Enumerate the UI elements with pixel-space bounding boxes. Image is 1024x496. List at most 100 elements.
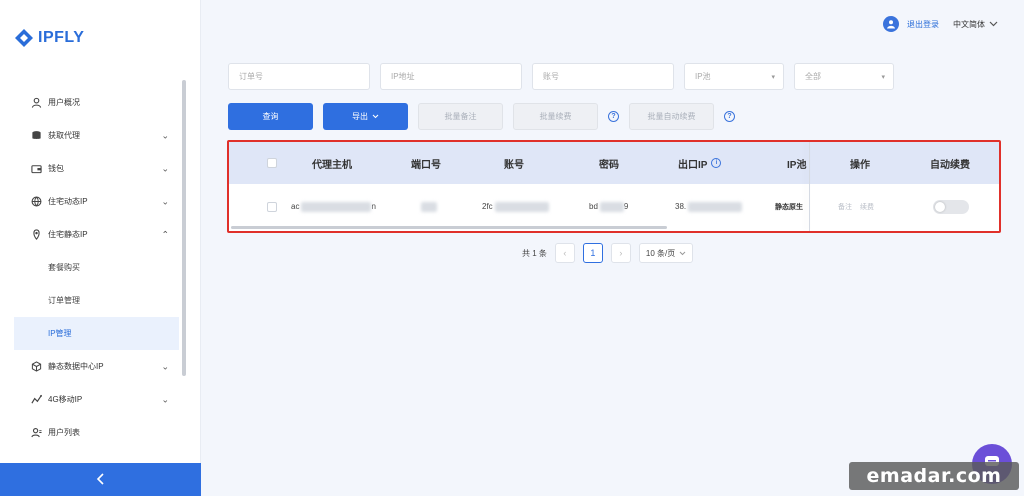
language-selector[interactable]: 中文简体 <box>953 19 998 30</box>
logo[interactable]: IPFLY <box>14 28 84 48</box>
batch-renew-button[interactable]: 批量续费 <box>513 103 598 130</box>
page-number-button[interactable]: 1 <box>582 243 603 263</box>
batch-remark-button[interactable]: 批量备注 <box>418 103 503 130</box>
watermark: emadar.com <box>849 462 1019 490</box>
sidebar-item-static-datacenter-ip[interactable]: 静态数据中心IP ⌄ <box>14 350 179 383</box>
batch-auto-renew-button[interactable]: 批量自动续费 <box>629 103 714 130</box>
help-icon[interactable]: ? <box>608 111 619 122</box>
column-header-password: 密码 <box>599 159 619 171</box>
top-bar: 退出登录 中文简体 <box>201 0 1024 48</box>
info-icon[interactable]: i <box>711 158 722 168</box>
masked-value <box>301 201 372 212</box>
account-input[interactable]: 账号 <box>532 63 674 90</box>
sidebar-item-label: 住宅静态IP <box>48 230 88 239</box>
prev-page-button[interactable]: ‹ <box>554 243 575 263</box>
sidebar-item-get-proxy[interactable]: 获取代理 ⌄ <box>14 119 179 152</box>
host-suffix: n <box>371 202 376 211</box>
total-count: 共 1 条 <box>522 248 547 258</box>
chevron-down-icon <box>372 112 379 121</box>
sidebar-item-wallet[interactable]: 钱包 ⌄ <box>14 152 179 185</box>
sidebar-item-label: 获取代理 <box>48 131 80 140</box>
cell-password: bd 9 <box>589 184 628 229</box>
table-row: ac n 2fc bd 9 38. 静态原生 备注 续费 <box>229 184 999 229</box>
user-list-icon <box>30 427 42 439</box>
sidebar-item-label: 住宅动态IP <box>48 197 88 206</box>
sidebar-item-user-overview[interactable]: 用户概况 <box>14 86 179 119</box>
cube-icon <box>30 361 42 373</box>
chevron-down-icon: ▾ <box>881 73 885 81</box>
sidebar-collapse-button[interactable] <box>0 463 201 496</box>
chevron-down-icon <box>989 20 998 29</box>
sidebar-item-label: 钱包 <box>48 164 64 173</box>
status-select[interactable]: 全部 ▾ <box>794 63 894 90</box>
database-icon <box>30 130 42 142</box>
help-icon[interactable]: ? <box>724 111 735 122</box>
password-prefix: bd <box>589 202 598 211</box>
logo-text: IPFLY <box>38 29 85 46</box>
avatar-icon[interactable] <box>883 16 899 32</box>
masked-value <box>421 201 437 212</box>
ip-table: 代理主机 端口号 账号 密码 出口IP i IP池 操作 自动续费 ac n 2… <box>227 140 1001 233</box>
status-placeholder: 全部 <box>805 72 821 81</box>
sidebar-item-residential-static-ip[interactable]: 住宅静态IP ⌃ <box>14 218 179 251</box>
next-page-button[interactable]: › <box>610 243 631 263</box>
sidebar: IPFLY 用户概况 获取代理 ⌄ 钱包 ⌄ 住宅动态IP ⌄ 住宅静态IP ⌃… <box>0 0 201 496</box>
row-checkbox[interactable] <box>267 184 277 229</box>
column-header-host: 代理主机 <box>312 159 352 171</box>
page-size-select[interactable]: 10 条/页 <box>638 243 694 263</box>
account-prefix: 2fc <box>482 202 493 211</box>
sidebar-item-label: 4G移动IP <box>48 395 83 404</box>
cell-host: ac n <box>291 184 376 229</box>
user-icon <box>30 97 42 109</box>
filter-bar: 订单号 IP地址 账号 IP池 ▾ 全部 ▾ <box>228 63 894 90</box>
chevron-down-icon: ⌄ <box>161 196 169 206</box>
host-prefix: ac <box>291 202 300 211</box>
sidebar-item-residential-dynamic-ip[interactable]: 住宅动态IP ⌄ <box>14 185 179 218</box>
sidebar-item-package-purchase[interactable]: 套餐购买 <box>14 251 179 284</box>
remark-link[interactable]: 备注 <box>838 202 852 212</box>
table-header: 代理主机 端口号 账号 密码 出口IP i IP池 操作 自动续费 <box>229 142 999 184</box>
ip-pool-placeholder: IP池 <box>695 72 711 81</box>
sidebar-item-order-management[interactable]: 订单管理 <box>14 284 179 317</box>
masked-value <box>599 201 624 212</box>
select-all-checkbox[interactable] <box>267 142 277 184</box>
query-button[interactable]: 查询 <box>228 103 313 130</box>
sidebar-item-label: 用户概况 <box>48 98 80 107</box>
renew-link[interactable]: 续费 <box>860 202 874 212</box>
column-header-port: 端口号 <box>411 159 441 171</box>
column-header-account: 账号 <box>504 159 524 171</box>
user-area: 退出登录 中文简体 <box>883 16 998 32</box>
chevron-up-icon: ⌃ <box>161 229 169 239</box>
ip-address-input[interactable]: IP地址 <box>380 63 522 90</box>
chevron-down-icon: ⌄ <box>161 163 169 173</box>
sidebar-scrollbar[interactable] <box>182 80 186 376</box>
pagination: 共 1 条 ‹ 1 › 10 条/页 <box>522 243 694 263</box>
table-horizontal-scrollbar[interactable] <box>231 226 667 229</box>
order-no-input[interactable]: 订单号 <box>228 63 370 90</box>
cell-operation: 备注 续费 <box>838 184 874 229</box>
masked-value <box>494 201 549 212</box>
auto-renew-toggle[interactable] <box>933 199 969 214</box>
sidebar-item-user-list[interactable]: 用户列表 <box>14 416 179 449</box>
language-label: 中文简体 <box>953 19 985 29</box>
export-label: 导出 <box>352 112 368 121</box>
column-header-exit-ip: 出口IP i <box>678 142 722 184</box>
globe-icon <box>30 196 42 208</box>
signal-icon <box>30 394 42 406</box>
sidebar-item-label: 套餐购买 <box>48 263 80 272</box>
location-pin-icon <box>30 229 42 241</box>
chevron-down-icon: ▾ <box>771 73 775 81</box>
password-suffix: 9 <box>623 202 629 211</box>
sidebar-item-label: IP管理 <box>48 329 72 338</box>
cell-port <box>419 184 437 229</box>
ip-pool-select[interactable]: IP池 ▾ <box>684 63 784 90</box>
wallet-icon <box>30 163 42 175</box>
sidebar-item-ip-management[interactable]: IP管理 <box>14 317 179 350</box>
page-size-label: 10 条/页 <box>645 248 676 258</box>
logout-link[interactable]: 退出登录 <box>907 19 939 30</box>
logo-mark-icon <box>14 28 34 48</box>
export-button[interactable]: 导出 <box>323 103 408 130</box>
sidebar-item-4g-mobile-ip[interactable]: 4G移动IP ⌄ <box>14 383 179 416</box>
ip-address-placeholder: IP地址 <box>391 72 415 81</box>
chevron-down-icon <box>679 251 686 255</box>
